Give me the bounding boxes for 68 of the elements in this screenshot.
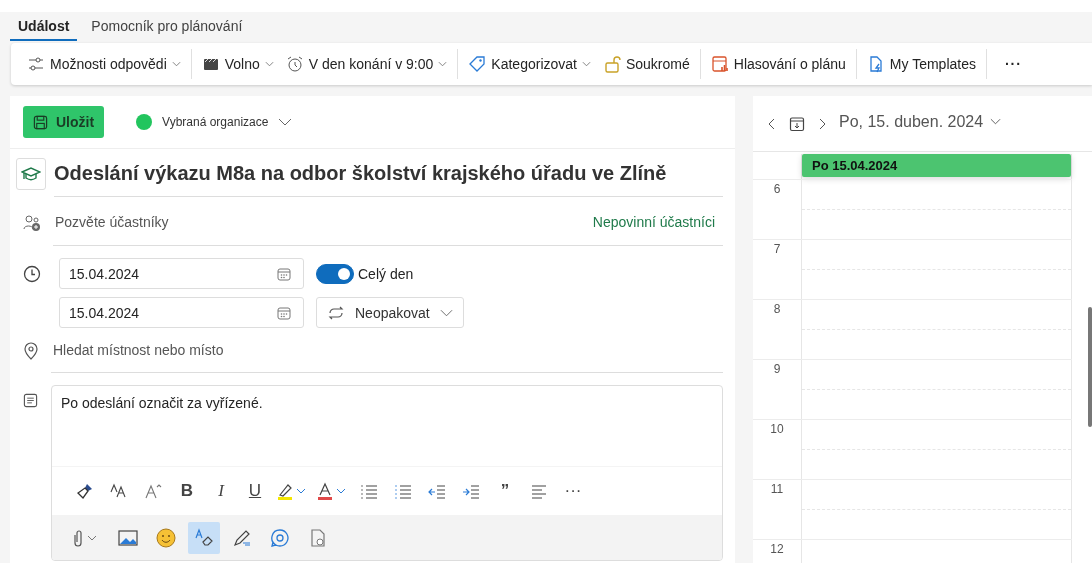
chart-calendar-icon xyxy=(710,55,729,73)
location-field[interactable]: Hledat místnost nebo místo xyxy=(51,341,723,359)
underline-button[interactable]: U xyxy=(240,476,270,506)
clock-icon xyxy=(23,265,41,283)
all-day-label: Celý den xyxy=(358,265,414,282)
all-day-event[interactable]: Po 15.04.2024 xyxy=(802,154,1071,177)
save-icon xyxy=(33,114,48,130)
bold-button[interactable]: B xyxy=(172,476,202,506)
hour-label: 8 xyxy=(773,302,781,316)
tag-icon xyxy=(468,55,487,73)
more-button[interactable]: ··· xyxy=(990,56,1036,72)
date-picker[interactable]: Po, 15. duben. 2024 xyxy=(839,112,1002,135)
more-button[interactable]: ··· xyxy=(558,476,588,506)
chevron-icon xyxy=(439,308,453,317)
chevron-icon xyxy=(264,61,274,67)
body-editor[interactable]: Po odeslání označit za vyřízené. B I U ” ··· xyxy=(51,385,723,561)
toolbar-button[interactable]: Soukromé xyxy=(596,51,696,77)
calendar-icon xyxy=(277,305,291,320)
spelling-icon xyxy=(194,527,214,548)
chevron-icon xyxy=(438,61,448,67)
loop-icon xyxy=(270,527,290,548)
chevron-icon xyxy=(990,118,1002,125)
document-icon xyxy=(308,527,328,548)
start-date-field[interactable]: 15.04.2024 xyxy=(59,258,304,289)
repeat-dropdown[interactable]: Neopakovat xyxy=(316,297,464,328)
toolbar-button[interactable]: Hlasování o plánu xyxy=(704,51,852,77)
save-button[interactable]: Uložit xyxy=(23,106,105,138)
toolbar-button[interactable]: Volno xyxy=(195,51,280,77)
chevron-icon xyxy=(278,118,293,126)
location-pin-icon xyxy=(23,341,39,360)
hour-label: 7 xyxy=(773,242,781,256)
notes-icon xyxy=(23,393,38,408)
chevron-icon xyxy=(171,61,181,67)
padlock-icon xyxy=(602,55,621,73)
hour-label: 10 xyxy=(770,422,784,436)
sliders-icon xyxy=(27,55,45,73)
all-day-toggle[interactable] xyxy=(316,263,354,284)
end-date-field[interactable]: 15.04.2024 xyxy=(59,297,304,328)
hour-label: 11 xyxy=(770,482,784,496)
today-icon[interactable] xyxy=(789,115,805,132)
toolbar-button[interactable]: Kategorizovat xyxy=(462,51,597,77)
hour-label: 6 xyxy=(773,182,781,196)
image-icon xyxy=(118,528,138,547)
smiley-icon xyxy=(156,527,176,548)
scrollbar[interactable] xyxy=(1088,307,1092,427)
event-title[interactable]: Odeslání výkazu M8a na odbor školství krajského úřadu ve Zlíně xyxy=(54,151,723,197)
editor-button[interactable] xyxy=(188,521,220,554)
italic-button[interactable]: I xyxy=(206,476,236,506)
hour-label: 9 xyxy=(773,362,781,376)
organization-dropdown[interactable]: Vybraná organizace xyxy=(130,113,299,131)
graduation-cap-icon xyxy=(16,158,46,190)
toolbar-button[interactable]: Možnosti odpovědi xyxy=(21,51,187,77)
hour-label: 12 xyxy=(770,542,784,556)
alarm-clock-icon xyxy=(285,55,304,73)
toolbar-button[interactable]: V den konání v 9:00 xyxy=(279,51,454,77)
body-text: Po odeslání označit za vyřízené. xyxy=(60,394,264,413)
optional-attendees-link[interactable]: Nepovinní účastníci xyxy=(592,214,715,230)
tab[interactable]: Událost xyxy=(10,13,78,41)
previous-icon[interactable] xyxy=(768,117,776,130)
toolbar-button[interactable]: My Templates xyxy=(860,51,982,77)
quote-button[interactable]: ” xyxy=(490,476,520,506)
chevron-icon xyxy=(581,61,591,67)
add-people-icon xyxy=(23,213,41,232)
repeat-icon xyxy=(327,305,345,320)
attendees-field[interactable]: Pozvěte účastníky xyxy=(53,213,593,231)
next-icon[interactable] xyxy=(818,117,826,130)
tab[interactable]: Pomocník pro plánování xyxy=(83,13,251,41)
calendar-icon xyxy=(277,266,291,281)
